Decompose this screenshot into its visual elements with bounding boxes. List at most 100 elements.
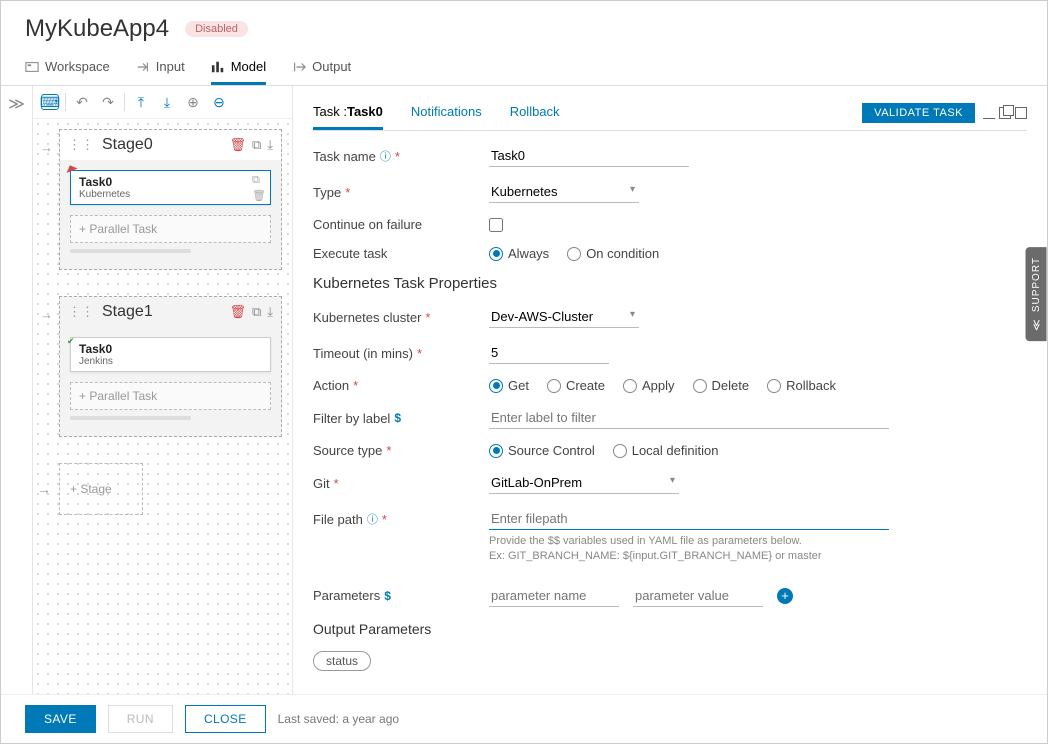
source-scm-radio[interactable]: Source Control: [489, 443, 595, 458]
action-get-radio[interactable]: Get: [489, 378, 529, 393]
drag-handle-icon[interactable]: ⋮⋮: [68, 137, 94, 153]
stage-body: ✔ Task0 Jenkins + Parallel Task: [60, 327, 281, 436]
download-icon[interactable]: ⤓: [157, 92, 177, 112]
task-name-input[interactable]: [489, 145, 689, 167]
radio-off-icon: [567, 247, 581, 261]
input-icon: [136, 60, 150, 74]
support-tab[interactable]: SUPPORT: [1026, 247, 1047, 341]
stage-header[interactable]: ⋮⋮ Stage0 🗑 ⧉ ⤓: [60, 130, 281, 160]
pipeline-canvas[interactable]: → ⋮⋮ Stage0 🗑 ⧉ ⤓ Task0 Kubernetes: [33, 119, 292, 700]
status-badge: Disabled: [185, 21, 248, 37]
file-path-input[interactable]: [489, 508, 889, 530]
undo-icon[interactable]: ↶: [72, 92, 92, 112]
zoom-in-icon[interactable]: ⊕: [183, 92, 203, 112]
git-label: Git *: [313, 476, 489, 491]
radio-off-icon: [623, 379, 637, 393]
stage-name: Stage0: [102, 136, 221, 154]
task-card[interactable]: ✔ Task0 Jenkins: [70, 337, 271, 372]
filter-label: Filter by label $: [313, 411, 489, 426]
cluster-label: Kubernetes cluster *: [313, 310, 489, 325]
detail-panel: Task :Task0 Notifications Rollback VALID…: [293, 86, 1047, 700]
radio-off-icon: [547, 379, 561, 393]
tab-model[interactable]: Model: [211, 51, 266, 85]
tab-input-label: Input: [156, 59, 185, 74]
duplicate-stage-icon[interactable]: ⧉: [252, 137, 261, 153]
add-param-icon[interactable]: +: [777, 588, 793, 604]
output-params-header: Output Parameters: [313, 621, 1027, 637]
stage-scrollbar[interactable]: [70, 249, 191, 253]
maximize-panel-icon[interactable]: [1015, 107, 1027, 119]
download-stage-icon[interactable]: ⤓: [267, 304, 273, 320]
save-button[interactable]: SAVE: [25, 705, 96, 733]
action-apply-radio[interactable]: Apply: [623, 378, 675, 393]
minimize-panel-icon[interactable]: [983, 107, 995, 119]
type-label: Type *: [313, 185, 489, 200]
upload-icon[interactable]: ⤒: [131, 92, 151, 112]
download-stage-icon[interactable]: ⤓: [267, 137, 273, 153]
variable-icon[interactable]: $: [384, 589, 391, 603]
add-parallel-task[interactable]: + Parallel Task: [70, 215, 271, 243]
filter-input[interactable]: [489, 407, 889, 429]
canvas-toolbar: ⌨ ↶ ↷ ⤒ ⤓ ⊕ ⊖: [33, 86, 292, 119]
param-value-input[interactable]: [633, 585, 763, 607]
param-name-input[interactable]: [489, 585, 619, 607]
drag-handle-icon[interactable]: ⋮⋮: [68, 304, 94, 320]
task-card[interactable]: Task0 Kubernetes ⧉ 🗑: [70, 170, 271, 205]
output-icon: [292, 60, 306, 74]
delete-stage-icon[interactable]: 🗑: [229, 304, 246, 320]
expand-sidebar-icon[interactable]: ≫: [1, 86, 33, 700]
action-create-radio[interactable]: Create: [547, 378, 605, 393]
execute-condition-radio[interactable]: On condition: [567, 246, 659, 261]
type-select[interactable]: Kubernetes: [489, 181, 639, 203]
variable-icon[interactable]: $: [394, 411, 401, 425]
stage-body: Task0 Kubernetes ⧉ 🗑 + Parallel Task: [60, 160, 281, 269]
stage-incoming-arrow-icon: →: [40, 307, 53, 322]
add-parallel-task[interactable]: + Parallel Task: [70, 382, 271, 410]
tab-workspace[interactable]: Workspace: [25, 51, 110, 85]
stage-header[interactable]: ⋮⋮ Stage1 🗑 ⧉ ⤓: [60, 297, 281, 327]
tab-output[interactable]: Output: [292, 51, 351, 85]
restore-panel-icon[interactable]: [999, 107, 1011, 119]
stage-scrollbar[interactable]: [70, 416, 191, 420]
tab-input[interactable]: Input: [136, 51, 185, 85]
execute-always-radio[interactable]: Always: [489, 246, 549, 261]
detail-tab-notifications[interactable]: Notifications: [411, 96, 482, 130]
stage-card[interactable]: → ⋮⋮ Stage1 🗑 ⧉ ⤓ ✔ Task0 Jenkins: [59, 296, 282, 437]
info-icon[interactable]: ⓘ: [367, 511, 378, 527]
info-icon[interactable]: ⓘ: [380, 148, 391, 164]
page-title: MyKubeApp4: [25, 15, 169, 43]
copy-task-icon[interactable]: ⧉: [252, 174, 266, 187]
source-local-radio[interactable]: Local definition: [613, 443, 719, 458]
action-rollback-radio[interactable]: Rollback: [767, 378, 836, 393]
run-button[interactable]: RUN: [108, 705, 173, 733]
page-footer: SAVE RUN CLOSE Last saved: a year ago: [1, 694, 1047, 743]
radio-off-icon: [767, 379, 781, 393]
keyboard-icon[interactable]: ⌨: [41, 94, 59, 110]
stage-card[interactable]: → ⋮⋮ Stage0 🗑 ⧉ ⤓ Task0 Kubernetes: [59, 129, 282, 270]
timeout-input[interactable]: [489, 342, 609, 364]
delete-task-icon[interactable]: 🗑: [252, 189, 266, 202]
continue-checkbox[interactable]: [489, 218, 503, 232]
continue-label: Continue on failure: [313, 217, 489, 232]
detail-tab-task[interactable]: Task :Task0: [313, 96, 383, 130]
duplicate-stage-icon[interactable]: ⧉: [252, 304, 261, 320]
delete-stage-icon[interactable]: 🗑: [229, 137, 246, 153]
action-delete-radio[interactable]: Delete: [693, 378, 750, 393]
validate-task-button[interactable]: VALIDATE TASK: [862, 103, 975, 123]
top-tabs: Workspace Input Model Output: [1, 51, 1047, 86]
execute-label: Execute task: [313, 246, 489, 261]
action-label: Action *: [313, 378, 489, 393]
add-stage-placeholder[interactable]: + Stage: [59, 463, 143, 515]
task-type: Kubernetes: [79, 189, 262, 200]
cluster-select[interactable]: Dev-AWS-Cluster: [489, 306, 639, 328]
output-param-chip[interactable]: status: [313, 651, 371, 671]
zoom-out-icon[interactable]: ⊖: [209, 92, 229, 112]
git-select[interactable]: GitLab-OnPrem: [489, 472, 679, 494]
redo-icon[interactable]: ↷: [98, 92, 118, 112]
k8s-section-header: Kubernetes Task Properties: [313, 275, 1027, 292]
detail-tab-task-prefix: Task :: [313, 104, 347, 119]
radio-on-icon: [489, 247, 503, 261]
close-button[interactable]: CLOSE: [185, 705, 266, 733]
radio-on-icon: [489, 444, 503, 458]
detail-tab-rollback[interactable]: Rollback: [510, 96, 560, 130]
